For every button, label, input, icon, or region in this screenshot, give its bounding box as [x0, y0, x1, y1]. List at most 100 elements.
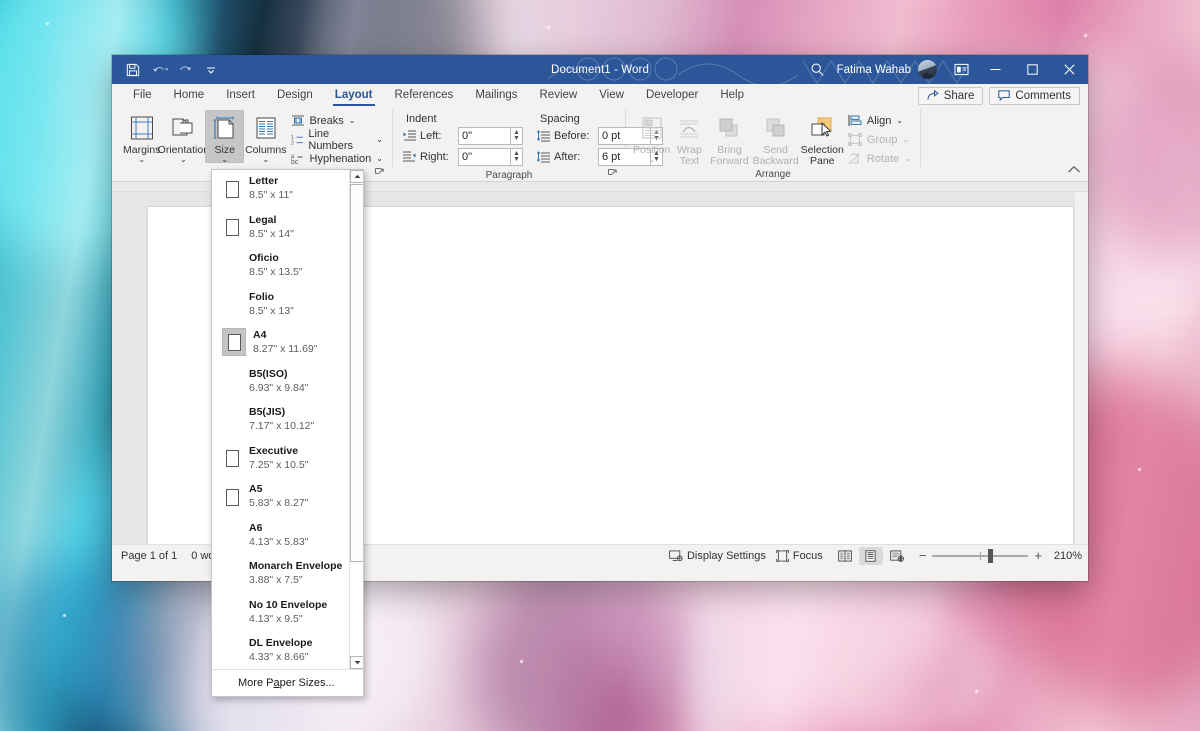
- paper-size-dimensions: 4.33" x 8.66": [249, 651, 312, 664]
- paper-size-item[interactable]: Letter8.5" x 11": [212, 170, 349, 209]
- comments-button[interactable]: Comments: [989, 87, 1080, 105]
- display-settings-icon: [669, 550, 683, 562]
- customize-qat-icon[interactable]: [199, 59, 223, 81]
- zoom-thumb[interactable]: [988, 549, 993, 563]
- zoom-track[interactable]: [932, 555, 1028, 557]
- document-vertical-scrollbar[interactable]: [1075, 192, 1088, 544]
- close-button[interactable]: [1051, 55, 1088, 84]
- position-button[interactable]: Position ⌄: [632, 110, 671, 163]
- send-backward-button[interactable]: Send Backward: [752, 110, 800, 167]
- redo-icon[interactable]: [173, 59, 197, 81]
- rotate-button[interactable]: Rotate ⌄: [845, 149, 914, 168]
- paper-size-item[interactable]: Monarch Envelope3.88" x 7.5": [212, 555, 349, 594]
- line-numbers-button[interactable]: 12 Line Numbers ⌄: [288, 130, 386, 149]
- quick-access-toolbar: [112, 59, 223, 81]
- scroll-down-icon[interactable]: [350, 656, 363, 669]
- indent-left-input[interactable]: 0": [458, 127, 510, 145]
- paper-size-item[interactable]: B5(JIS)7.17" x 10.12": [212, 401, 349, 440]
- paper-size-item[interactable]: A48.27" x 11.69": [212, 324, 349, 363]
- search-icon[interactable]: [803, 62, 833, 77]
- tab-review[interactable]: Review: [529, 84, 589, 107]
- tab-insert[interactable]: Insert: [215, 84, 266, 107]
- scrollbar-thumb[interactable]: [350, 184, 363, 562]
- selection-pane-button[interactable]: Selection Pane: [800, 110, 845, 167]
- indent-right-spin-buttons[interactable]: ▲▼: [510, 148, 523, 166]
- restore-button[interactable]: [1014, 55, 1051, 84]
- columns-caret-icon[interactable]: ⌄: [262, 156, 269, 163]
- zoom-level-label[interactable]: 210%: [1052, 550, 1082, 562]
- account-button[interactable]: Fatima Wahab: [833, 60, 945, 79]
- tab-developer[interactable]: Developer: [635, 84, 709, 107]
- paper-size-item[interactable]: Executive7.25" x 10.5": [212, 440, 349, 479]
- save-icon[interactable]: [121, 59, 145, 81]
- indent-right-input[interactable]: 0": [458, 148, 510, 166]
- tab-file[interactable]: File: [122, 84, 163, 107]
- page-count-label[interactable]: Page 1 of 1: [121, 550, 177, 562]
- share-button[interactable]: Share: [918, 87, 984, 105]
- size-button[interactable]: Size ⌄: [205, 110, 244, 163]
- indent-right-stepper[interactable]: 0" ▲▼: [458, 148, 523, 166]
- orientation-button[interactable]: Orientation ⌄: [161, 110, 205, 163]
- tab-design[interactable]: Design: [266, 84, 324, 107]
- tab-help[interactable]: Help: [709, 84, 755, 107]
- align-button[interactable]: Align ⌄: [845, 111, 914, 130]
- tab-layout[interactable]: Layout: [324, 84, 384, 107]
- paper-size-item[interactable]: B5(ISO)6.93" x 9.84": [212, 363, 349, 402]
- tab-home[interactable]: Home: [163, 84, 216, 107]
- zoom-in-button[interactable]: +: [1034, 551, 1042, 561]
- spacing-after-icon: [537, 151, 550, 163]
- margins-caret-icon[interactable]: ⌄: [138, 156, 145, 163]
- display-settings-button[interactable]: Display Settings: [669, 550, 766, 562]
- indent-left-spin-buttons[interactable]: ▲▼: [510, 127, 523, 145]
- paper-size-item[interactable]: A55.83" x 8.27": [212, 478, 349, 517]
- tab-references[interactable]: References: [384, 84, 465, 107]
- tab-view[interactable]: View: [588, 84, 635, 107]
- paper-size-dimensions: 8.5" x 14": [249, 228, 294, 241]
- line-numbers-caret-icon[interactable]: ⌄: [376, 135, 383, 144]
- indent-left-label: Left:: [420, 130, 454, 142]
- paragraph-group-label: Paragraph: [399, 169, 619, 182]
- wrap-text-button[interactable]: Wrap Text: [671, 110, 707, 167]
- read-mode-button[interactable]: [833, 547, 857, 565]
- undo-icon[interactable]: [147, 59, 171, 81]
- more-paper-sizes-item[interactable]: More Paper Sizes...: [212, 669, 363, 696]
- position-caret-icon[interactable]: ⌄: [648, 156, 655, 163]
- zoom-out-button[interactable]: −: [919, 551, 927, 561]
- scroll-up-icon[interactable]: [350, 170, 363, 183]
- minimize-button[interactable]: [977, 55, 1014, 84]
- orientation-caret-icon[interactable]: ⌄: [180, 156, 187, 163]
- web-layout-button[interactable]: [885, 547, 909, 565]
- comment-icon: [998, 90, 1010, 101]
- tab-mailings[interactable]: Mailings: [464, 84, 528, 107]
- align-caret-icon[interactable]: ⌄: [896, 116, 903, 125]
- collapse-ribbon-icon[interactable]: [1067, 161, 1081, 179]
- paper-size-item[interactable]: A64.13" x 5.83": [212, 517, 349, 556]
- paper-size-dimensions: 8.27" x 11.69": [253, 343, 317, 356]
- page-setup-dialog-launcher[interactable]: [375, 168, 384, 181]
- page-setup-small-buttons: Breaks ⌄ 12 Line Numbers ⌄ abc Hyphenati…: [288, 110, 386, 168]
- indent-left-stepper[interactable]: 0" ▲▼: [458, 127, 523, 145]
- margins-button[interactable]: Margins ⌄: [122, 110, 161, 163]
- columns-button[interactable]: Columns ⌄: [244, 110, 287, 163]
- paper-size-item[interactable]: DL Envelope4.33" x 8.66": [212, 632, 349, 669]
- paper-size-scrollbar[interactable]: [349, 170, 363, 669]
- ribbon-display-options-icon[interactable]: [945, 55, 977, 84]
- group-button[interactable]: Group ⌄: [845, 130, 914, 149]
- print-layout-button[interactable]: [859, 547, 883, 565]
- paper-size-item[interactable]: Folio8.5" x 13": [212, 286, 349, 325]
- rotate-label: Rotate: [867, 153, 899, 165]
- hyphenation-button[interactable]: abc Hyphenation ⌄: [288, 149, 386, 168]
- paragraph-dialog-launcher[interactable]: [608, 169, 617, 182]
- breaks-caret-icon[interactable]: ⌄: [349, 116, 356, 125]
- paper-size-dimensions: 8.5" x 13.5": [249, 266, 303, 279]
- hyphenation-caret-icon[interactable]: ⌄: [376, 154, 383, 163]
- bring-forward-button[interactable]: Bring Forward: [707, 110, 751, 167]
- rotate-caret-icon[interactable]: ⌄: [904, 154, 911, 163]
- size-caret-icon[interactable]: ⌄: [221, 156, 228, 163]
- zoom-slider[interactable]: − +: [919, 551, 1042, 561]
- paper-size-item[interactable]: Oficio8.5" x 13.5": [212, 247, 349, 286]
- paper-size-item[interactable]: No 10 Envelope4.13" x 9.5": [212, 594, 349, 633]
- paper-size-item[interactable]: Legal8.5" x 14": [212, 209, 349, 248]
- group-caret-icon[interactable]: ⌄: [902, 135, 909, 144]
- focus-button[interactable]: Focus: [776, 550, 823, 562]
